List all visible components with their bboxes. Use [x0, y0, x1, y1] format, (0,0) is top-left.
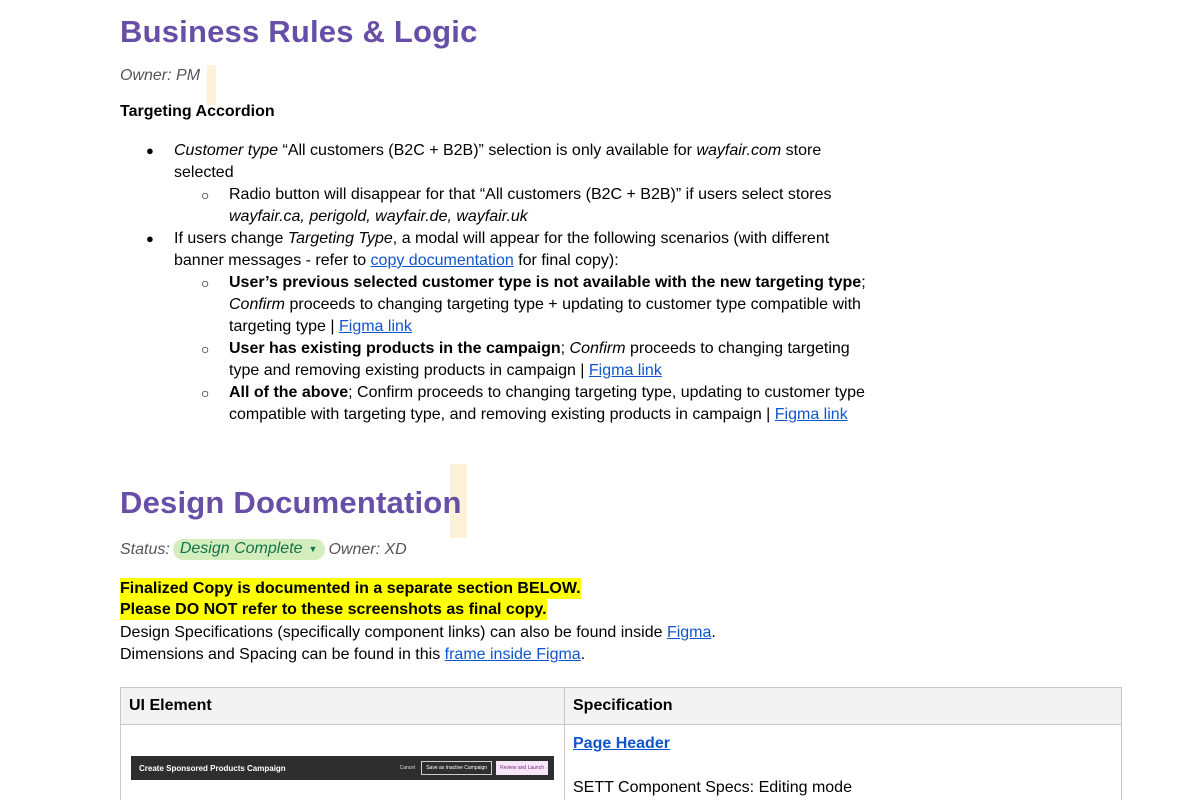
bullet1-sub-line2: wayfair.ca, perigold, wayfair.de, wayfai…: [229, 208, 528, 225]
figma-link-3[interactable]: Figma link: [775, 406, 848, 423]
mini-save-button: Save as Inactive Campaign: [421, 761, 493, 775]
page-header-screenshot: Create Sponsored Products Campaign Cance…: [131, 756, 554, 780]
status-label: Status:: [120, 540, 170, 558]
design-owner: Owner: XD: [328, 540, 407, 558]
component-specs-text: SETT Component Specs: Editing mode: [573, 779, 852, 796]
sub-bullet-circle: ○: [201, 385, 210, 401]
sub3-line1: All of the above; Confirm proceeds to ch…: [229, 384, 865, 401]
frame-inside-figma-link[interactable]: frame inside Figma: [445, 646, 581, 663]
comment-marker[interactable]: [207, 65, 216, 105]
figma-link[interactable]: Figma: [667, 624, 711, 641]
bullet1-line2: selected: [174, 164, 234, 181]
table-row: Create Sponsored Products Campaign Cance…: [120, 724, 1122, 800]
bullet2-line1: If users change Targeting Type, a modal …: [174, 230, 830, 247]
bullet-disc: ●: [146, 143, 154, 158]
sub1-line2: Confirm proceeds to changing targeting t…: [229, 296, 861, 313]
mini-cancel-button: Cancel: [399, 765, 416, 771]
sub1-line3: targeting type | Figma link: [229, 318, 412, 335]
col-header-specification: Specification: [564, 687, 1122, 725]
sub-bullet-circle: ○: [201, 275, 210, 291]
figma-link-1[interactable]: Figma link: [339, 318, 412, 335]
highlight-finalized-copy: Finalized Copy is documented in a separa…: [120, 578, 581, 599]
table-header-row: UI Element Specification: [120, 687, 1122, 725]
status-chip[interactable]: Design Complete ▼: [172, 539, 326, 560]
business-owner: Owner: PM: [120, 67, 201, 84]
highlight-do-not-refer: Please DO NOT refer to these screenshots…: [120, 599, 547, 620]
copy-documentation-link[interactable]: copy documentation: [371, 252, 514, 269]
mini-page-title: Create Sponsored Products Campaign: [139, 763, 286, 773]
sub3-line2: compatible with targeting type, and remo…: [229, 406, 848, 423]
sub-bullet-circle: ○: [201, 341, 210, 357]
targeting-accordion-subhead: Targeting Accordion: [120, 103, 275, 120]
sub1-line1: User’s previous selected customer type i…: [229, 274, 866, 291]
sub2-line1: User has existing products in the campai…: [229, 340, 850, 357]
design-specs-line: Design Specifications (specifically comp…: [120, 624, 716, 641]
bullet2-line2: banner messages - refer to copy document…: [174, 252, 619, 269]
design-documentation-heading: Design Documentation: [120, 485, 462, 520]
bullet-disc: ●: [146, 231, 154, 246]
design-status-row: Status: Design Complete ▼ Owner: XD: [120, 539, 407, 560]
page-header-link[interactable]: Page Header: [573, 735, 670, 753]
col-header-ui-element: UI Element: [120, 687, 565, 725]
sub-bullet-circle: ○: [201, 187, 210, 203]
dimensions-line: Dimensions and Spacing can be found in t…: [120, 646, 586, 663]
business-rules-heading: Business Rules & Logic: [120, 14, 478, 49]
spec-table: UI Element Specification Create Sponsore…: [120, 687, 1122, 800]
specification-cell: Page Header SETT Component Specs: Editin…: [564, 724, 1122, 800]
bullet1-sub-line1: Radio button will disappear for that “Al…: [229, 186, 832, 203]
bullet1-line1: Customer type “All customers (B2C + B2B)…: [174, 142, 822, 159]
sub2-line2: type and removing existing products in c…: [229, 362, 662, 379]
ui-element-cell: Create Sponsored Products Campaign Cance…: [120, 724, 565, 800]
status-value: Design Complete: [179, 540, 303, 557]
figma-link-2[interactable]: Figma link: [589, 362, 662, 379]
chevron-down-icon: ▼: [308, 544, 318, 554]
mini-review-button: Review and Launch: [496, 761, 548, 775]
